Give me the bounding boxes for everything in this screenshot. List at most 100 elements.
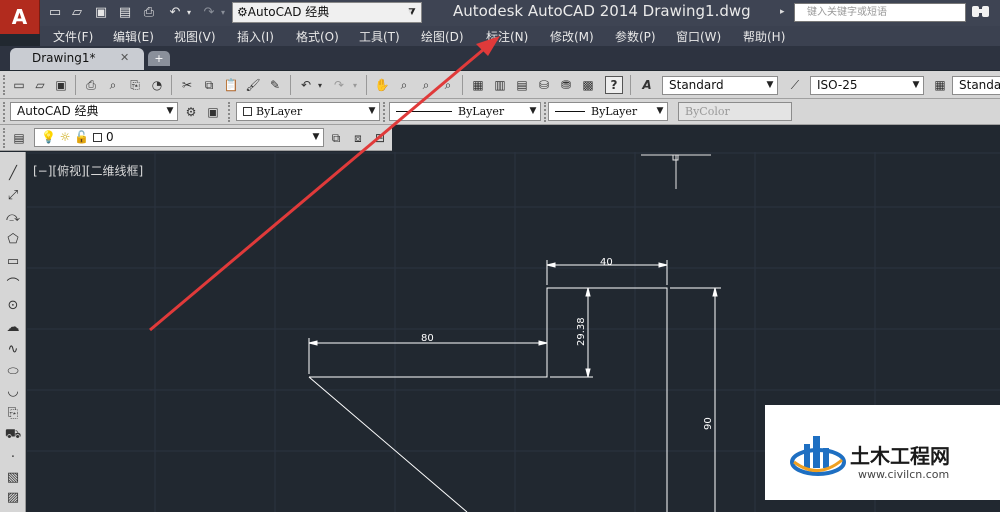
search-input[interactable]: 键入关键字或短语	[794, 3, 966, 22]
polyline-icon[interactable]: ⤼	[4, 208, 22, 226]
save-icon[interactable]: ▣	[92, 3, 110, 21]
dimension-style-icon[interactable]: ⟋	[786, 76, 804, 94]
menu-file[interactable]: 文件(F)	[53, 28, 93, 45]
revision-cloud-icon[interactable]: ☁	[4, 318, 22, 336]
toolbar-grip[interactable]	[383, 102, 387, 122]
sheet-set-icon[interactable]: ⛁	[535, 76, 553, 94]
save-icon[interactable]: ▣	[52, 76, 70, 94]
markup-icon[interactable]: ⛃	[557, 76, 575, 94]
hatch-icon[interactable]: ▧	[4, 468, 22, 486]
color-value: ByLayer	[256, 105, 303, 118]
qat-customize-icon[interactable]: ▾	[408, 2, 422, 23]
toolbar-grip[interactable]	[3, 102, 7, 122]
close-icon[interactable]: ✕	[120, 48, 129, 68]
new-tab-icon[interactable]: +	[148, 51, 170, 66]
menu-dimension[interactable]: 标注(N)	[486, 28, 528, 45]
new-icon[interactable]: ▭	[10, 76, 28, 94]
table-style-icon[interactable]: ▦	[931, 76, 949, 94]
print-icon[interactable]: ⎙	[140, 3, 158, 21]
expand-search-icon[interactable]: ▸	[780, 3, 792, 22]
gradient-icon[interactable]: ▨	[4, 488, 22, 506]
calculator-icon[interactable]: ▩	[579, 76, 597, 94]
open-file-icon[interactable]: ▱	[68, 3, 86, 21]
line-icon[interactable]: ╱	[4, 164, 22, 182]
undo-dropdown-icon[interactable]: ▾	[315, 76, 325, 94]
table-style-select[interactable]: Standard	[952, 76, 1000, 95]
menu-window[interactable]: 窗口(W)	[676, 28, 721, 45]
open-icon[interactable]: ▱	[31, 76, 49, 94]
dimension-text-80: 80	[421, 333, 434, 344]
arc-icon[interactable]: ⌒	[4, 274, 22, 293]
plot-icon[interactable]: ⎙	[82, 76, 100, 94]
menu-edit[interactable]: 编辑(E)	[113, 28, 154, 45]
rectangle-icon[interactable]: ▭	[4, 252, 22, 270]
circle-icon[interactable]: ⊙	[4, 296, 22, 314]
ellipse-icon[interactable]: ⬭	[4, 362, 22, 380]
save-as-icon[interactable]: ▤	[116, 3, 134, 21]
publish-icon[interactable]: ⎘	[126, 76, 144, 94]
ellipse-arc-icon[interactable]: ◡	[4, 382, 22, 400]
help-icon[interactable]: ?	[605, 76, 623, 94]
construction-line-icon[interactable]: ⤢	[4, 186, 22, 204]
redo-dropdown-icon[interactable]: ▾	[218, 3, 228, 21]
toolbar-grip[interactable]	[3, 128, 7, 148]
workspace-customize-icon[interactable]: ▣	[204, 103, 222, 121]
menu-draw[interactable]: 绘图(D)	[421, 28, 464, 45]
new-file-icon[interactable]: ▭	[46, 3, 64, 21]
separator	[75, 75, 76, 95]
zoom-previous-icon[interactable]: ⌕	[439, 76, 457, 94]
make-current-layer-icon[interactable]: ⧉	[327, 129, 345, 147]
menu-parametric[interactable]: 参数(P)	[615, 28, 656, 45]
redo-icon[interactable]: ↷	[200, 3, 218, 21]
paste-icon[interactable]: 📋	[222, 76, 240, 94]
redo-icon[interactable]: ↷	[330, 76, 348, 94]
layer-select[interactable]: 💡 ☼ 🔓 0 ▼	[34, 128, 324, 147]
toolbar-grip[interactable]	[228, 102, 232, 122]
undo-icon[interactable]: ↶	[297, 76, 315, 94]
layer-state-icon[interactable]: ⊟	[371, 129, 389, 147]
viewport-controls[interactable]: [−][俯视][二维线框]	[33, 162, 143, 179]
toolbar-grip[interactable]	[3, 75, 7, 95]
polygon-icon[interactable]: ⬠	[4, 230, 22, 248]
workspace-select[interactable]: AutoCAD 经典 ▼	[10, 102, 178, 121]
properties-icon[interactable]: ▦	[469, 76, 487, 94]
dimension-text-90: 90	[703, 417, 714, 430]
layer-manager-icon[interactable]: ▤	[10, 129, 28, 147]
menu-view[interactable]: 视图(V)	[174, 28, 216, 45]
application-menu-button[interactable]: A	[0, 0, 40, 34]
undo-dropdown-icon[interactable]: ▾	[184, 3, 194, 21]
redo-dropdown-icon[interactable]: ▾	[350, 76, 360, 94]
menu-insert[interactable]: 插入(I)	[237, 28, 274, 45]
zoom-realtime-icon[interactable]: ⌕	[395, 76, 413, 94]
point-icon[interactable]: ·	[4, 448, 22, 466]
3d-print-icon[interactable]: ◔	[148, 76, 166, 94]
color-select[interactable]: ByLayer ▼	[236, 102, 380, 121]
insert-block-icon[interactable]: ⎘	[4, 404, 22, 422]
dimension-style-select[interactable]: ISO-25 ▼	[810, 76, 924, 95]
pan-icon[interactable]: ✋	[373, 76, 391, 94]
layer-previous-icon[interactable]: ⧈	[349, 129, 367, 147]
menu-help[interactable]: 帮助(H)	[743, 28, 785, 45]
text-style-select[interactable]: Standard ▼	[662, 76, 778, 95]
undo-icon[interactable]: ↶	[166, 3, 184, 21]
block-editor-icon[interactable]: ✎	[266, 76, 284, 94]
copy-icon[interactable]: ⧉	[200, 76, 218, 94]
text-style-icon[interactable]: A	[638, 76, 656, 94]
chevron-down-icon: ▼	[365, 103, 379, 120]
spline-icon[interactable]: ∿	[4, 340, 22, 358]
menu-tools[interactable]: 工具(T)	[359, 28, 400, 45]
workspace-settings-icon[interactable]: ⚙	[182, 103, 200, 121]
zoom-window-icon[interactable]: ⌕	[417, 76, 435, 94]
linetype-select[interactable]: ByLayer ▼	[389, 102, 541, 121]
make-block-icon[interactable]: ⛟	[4, 426, 22, 444]
design-center-icon[interactable]: ▥	[491, 76, 509, 94]
lineweight-select[interactable]: ByLayer ▼	[548, 102, 668, 121]
workspace-select[interactable]: ⚙AutoCAD 经典 ▼	[232, 2, 422, 23]
menu-format[interactable]: 格式(O)	[296, 28, 339, 45]
match-properties-icon[interactable]: 🖌	[244, 76, 262, 94]
plot-preview-icon[interactable]: ⌕	[104, 76, 122, 94]
cut-icon[interactable]: ✂	[178, 76, 196, 94]
tool-palettes-icon[interactable]: ▤	[513, 76, 531, 94]
binoculars-icon[interactable]	[970, 3, 996, 22]
menu-modify[interactable]: 修改(M)	[550, 28, 594, 45]
